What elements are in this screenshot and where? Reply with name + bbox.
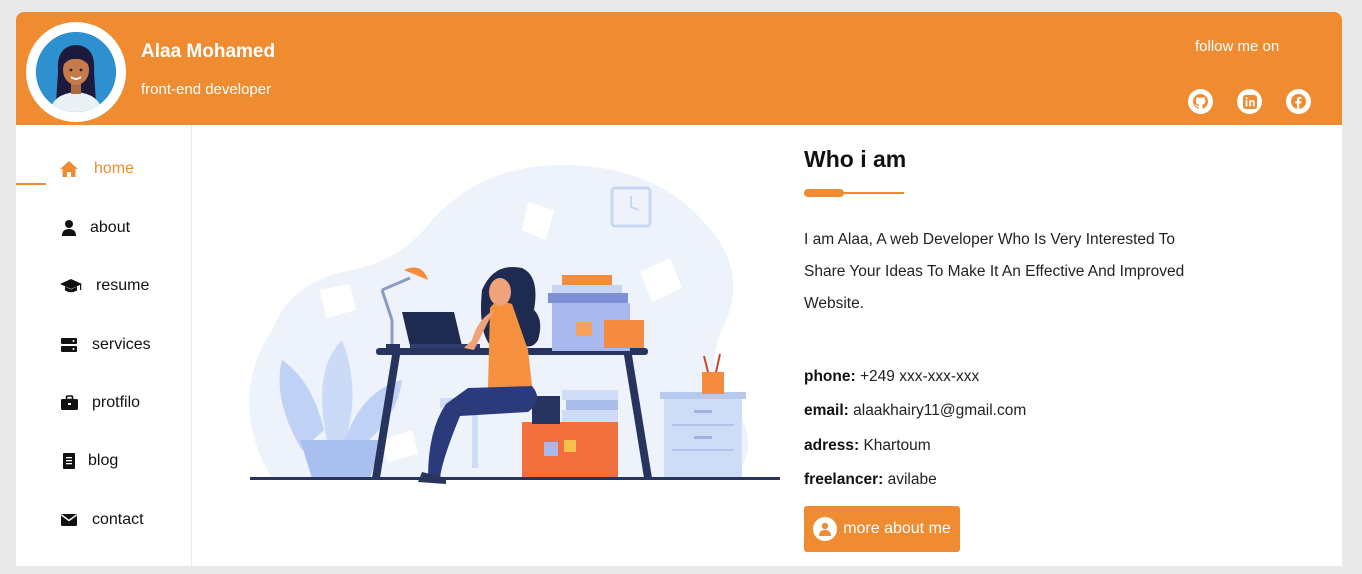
address-label: adress: xyxy=(804,437,860,454)
info-address: adress: Khartoum xyxy=(804,437,931,455)
info-freelancer: freelancer: avilabe xyxy=(804,471,937,489)
freelancer-label: freelancer: xyxy=(804,471,884,488)
avatar xyxy=(26,22,126,122)
sidebar-nav: home about resume services protfilo blog… xyxy=(16,125,192,566)
nav-item-protfilo[interactable]: protfilo xyxy=(16,388,192,418)
section-title: Who i am xyxy=(804,146,907,172)
user-circle-icon xyxy=(813,517,838,541)
email-label: email: xyxy=(804,402,849,419)
title-underline-accent xyxy=(804,189,844,197)
nav-label-home: home xyxy=(94,160,135,177)
nav-item-home[interactable]: home xyxy=(16,154,192,184)
nav-label-blog: blog xyxy=(88,452,119,469)
nav-label-resume: resume xyxy=(96,277,150,294)
nav-item-blog[interactable]: blog xyxy=(16,446,192,476)
more-about-me-button[interactable]: more about me xyxy=(804,506,960,552)
freelancer-value: avilabe xyxy=(887,471,937,488)
info-email: email: alaakhairy11@gmail.com xyxy=(804,402,1026,420)
phone-label: phone: xyxy=(804,368,856,385)
header: Alaa Mohamed front-end developer follow … xyxy=(16,12,1342,125)
document-icon xyxy=(60,452,78,470)
profile-card: Alaa Mohamed front-end developer follow … xyxy=(16,12,1342,566)
info-phone: phone: +249 xxx-xxx-xxx xyxy=(804,368,979,386)
server-icon xyxy=(60,336,78,354)
nav-item-resume[interactable]: resume xyxy=(16,271,192,301)
github-icon xyxy=(1193,94,1208,109)
linkedin-link[interactable] xyxy=(1237,89,1262,114)
user-icon xyxy=(60,219,78,237)
bio-text: I am Alaa, A web Developer Who Is Very I… xyxy=(804,231,1185,312)
developer-illustration xyxy=(232,160,794,490)
nav-item-services[interactable]: services xyxy=(16,330,192,360)
email-value: alaakhairy11@gmail.com xyxy=(853,402,1027,419)
profile-name: Alaa Mohamed xyxy=(141,41,276,62)
graduation-cap-icon xyxy=(60,277,82,295)
envelope-icon xyxy=(60,511,78,529)
linkedin-icon xyxy=(1242,94,1257,109)
phone-value: +249 xxx-xxx-xxx xyxy=(859,368,980,385)
more-about-me-label: more about me xyxy=(843,520,951,537)
profile-role: front-end developer xyxy=(141,81,272,98)
facebook-icon xyxy=(1291,94,1306,109)
home-icon xyxy=(60,160,78,178)
nav-label-protfilo: protfilo xyxy=(92,394,141,411)
avatar-image xyxy=(36,32,116,112)
nav-label-about: about xyxy=(90,219,131,236)
briefcase-icon xyxy=(60,394,78,412)
nav-item-about[interactable]: about xyxy=(16,213,192,243)
address-value: Khartoum xyxy=(863,437,931,454)
github-link[interactable] xyxy=(1188,89,1213,114)
nav-label-contact: contact xyxy=(92,511,144,528)
facebook-link[interactable] xyxy=(1286,89,1311,114)
nav-item-contact[interactable]: contact xyxy=(16,505,192,535)
follow-label: follow me on xyxy=(1195,38,1280,55)
nav-label-services: services xyxy=(92,336,151,353)
